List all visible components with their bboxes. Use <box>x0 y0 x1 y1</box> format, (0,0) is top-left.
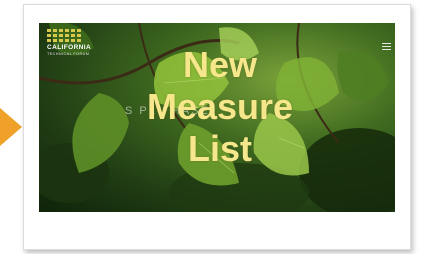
logo-dots-icon <box>47 29 107 42</box>
pointer-arrow-icon <box>0 108 22 146</box>
slide-canvas: CALIFORNIA TECHNICAL FORUM S PLU HASE Ne… <box>0 0 431 254</box>
logo-title: CALIFORNIA <box>47 44 92 51</box>
overlay-line-1: New <box>182 44 258 85</box>
logo-subtitle: TECHNICAL FORUM <box>47 51 90 56</box>
overlay-caption: New Measure List <box>110 44 330 170</box>
overlay-line-3: List <box>187 128 252 169</box>
overlay-line-2: Measure <box>146 86 294 127</box>
hamburger-menu-icon[interactable] <box>382 43 391 51</box>
site-logo[interactable]: CALIFORNIA TECHNICAL FORUM <box>47 29 107 63</box>
